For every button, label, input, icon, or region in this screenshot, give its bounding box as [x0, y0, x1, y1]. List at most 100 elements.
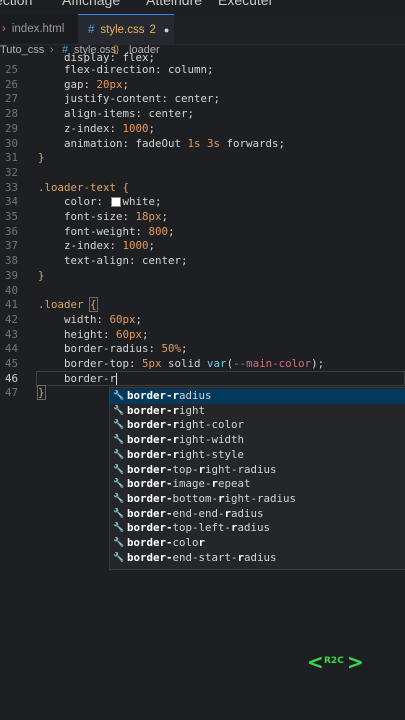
css-hash-icon: #	[88, 23, 95, 36]
code-text: align-items: center;	[38, 107, 195, 121]
code-line[interactable]: 27 justify-content: center;	[0, 92, 405, 107]
code-line[interactable]: 33 .loader-text {	[0, 181, 405, 196]
suggestion-item[interactable]: 🔧 border-top-left-radius	[110, 521, 405, 536]
suggestion-label: border-right-color	[127, 418, 245, 432]
code-text: justify-content: center;	[38, 92, 221, 106]
suggestion-item[interactable]: 🔧 border-radius	[110, 389, 405, 404]
wrench-icon: 🔧	[113, 435, 125, 446]
line-number: 31	[4, 151, 18, 165]
text-cursor	[116, 372, 118, 385]
code-line[interactable]: 45 border-top: 5px solid var(--main-colo…	[0, 357, 405, 372]
line-number: 43	[4, 327, 18, 341]
suggestion-label: border-right-style	[127, 447, 245, 461]
line-number: 44	[4, 342, 18, 356]
wrench-icon: 🔧	[113, 493, 125, 504]
code-text: }	[37, 385, 46, 401]
code-text: .loader {	[38, 297, 98, 313]
wrench-icon: 🔧	[113, 479, 125, 490]
suggestion-label: border-top-left-radius	[127, 521, 271, 535]
line-number: 26	[4, 77, 18, 91]
line-number: 25	[4, 63, 18, 76]
suggestion-label: border-end-start-radius	[127, 550, 277, 564]
code-line[interactable]: 26 gap: 20px;	[0, 78, 405, 93]
code-line[interactable]: 35 font-size: 18px;	[0, 210, 405, 225]
r2c-watermark-logo: < R2C >	[307, 650, 364, 674]
menu-item[interactable]: Atteindre	[146, 0, 202, 8]
code-line[interactable]: 41 .loader {	[0, 297, 405, 313]
code-text: gap: 20px;	[38, 77, 130, 91]
wrench-icon: 🔧	[113, 523, 125, 534]
code-text: flex-direction: column;	[38, 63, 214, 76]
tab-bar: › index.html # style.css 2 ●	[0, 14, 405, 45]
color-swatch[interactable]	[110, 197, 121, 208]
code-line[interactable]: 31}	[0, 151, 405, 166]
wrench-icon: 🔧	[113, 391, 125, 401]
line-number: 41	[4, 298, 18, 312]
wrench-icon: 🔧	[113, 538, 125, 548]
wrench-icon: 🔧	[113, 449, 125, 460]
code-line[interactable]: 37 z-index: 1000;	[0, 239, 405, 254]
wrench-icon: 🔧	[113, 552, 125, 563]
code-text: .loader-text {	[38, 180, 130, 194]
code-line[interactable]: 38 text-align: center;	[0, 254, 405, 269]
code-line[interactable]: 25 flex-direction: column;	[0, 63, 405, 78]
code-text: text-align: center;	[38, 254, 188, 268]
code-line[interactable]: 46 border-r	[0, 370, 405, 387]
code-text: font-weight: 800;	[38, 224, 175, 238]
suggestion-item[interactable]: 🔧 border-color	[110, 536, 405, 551]
code-line[interactable]: 32	[0, 166, 405, 181]
suggestion-label: border-end-end-radius	[127, 506, 264, 520]
suggestion-item[interactable]: 🔧 border-top-right-radius	[110, 463, 405, 478]
code-line[interactable]: 44 border-radius: 50%;	[0, 342, 405, 357]
code-line[interactable]: 36 font-weight: 800;	[0, 225, 405, 240]
suggestion-item[interactable]: 🔧 border-bottom-right-radius	[110, 492, 405, 507]
code-line[interactable]: 28 align-items: center;	[0, 107, 405, 122]
line-number: 32	[4, 165, 18, 179]
line-number: 34	[4, 195, 18, 209]
right-angle-icon: >	[347, 650, 364, 674]
suggestion-item[interactable]: 🔧 border-right-width	[110, 433, 405, 448]
suggestion-item[interactable]: 🔧 border-end-end-radius	[110, 507, 405, 522]
line-number: 36	[4, 224, 18, 238]
autocomplete-suggestions[interactable]: 🔧 border-radius 🔧 border-right 🔧 border-right…	[109, 387, 405, 570]
suggestion-item[interactable]: 🔧 border-right	[110, 404, 405, 419]
line-number: 35	[4, 210, 18, 223]
code-editor[interactable]: display: flex; 25 flex-direction: column;…	[0, 51, 405, 420]
code-line[interactable]: 29 z-index: 1000;	[0, 122, 405, 137]
code-line[interactable]: 30 animation: fadeOut 1s 3s forwards;	[0, 137, 405, 152]
tab-label: index.html	[11, 23, 65, 35]
code-line[interactable]: 43 height: 60px;	[0, 328, 405, 343]
wrench-icon: 🔧	[113, 464, 125, 475]
code-text: }	[38, 151, 45, 165]
suggestion-label: border-color	[127, 536, 206, 549]
code-text: border-radius: 50%;	[38, 342, 188, 356]
suggestion-item[interactable]: 🔧 border-image-repeat	[110, 477, 405, 492]
line-number: 46	[4, 371, 18, 385]
line-number: 29	[4, 121, 18, 135]
left-angle-icon: <	[307, 650, 324, 674]
menu-item[interactable]: Exécuter	[218, 0, 273, 8]
code-line[interactable]: 39}	[0, 269, 405, 284]
suggestion-label: border-top-right-radius	[127, 462, 277, 476]
line-number: 42	[4, 312, 18, 326]
code-text: z-index: 1000;	[38, 239, 156, 253]
line-number: 39	[4, 268, 18, 282]
tab-index-html[interactable]: › index.html	[0, 14, 78, 44]
menu-item[interactable]: Affichage	[62, 0, 120, 8]
code-text: border-r	[38, 371, 118, 385]
line-number: 40	[4, 283, 18, 297]
code-text: height: 60px;	[38, 327, 149, 341]
line-number: 37	[4, 239, 18, 253]
code-line[interactable]: 40	[0, 284, 405, 299]
unsaved-dot-icon[interactable]: ●	[164, 25, 169, 35]
code-line[interactable]: 42 width: 60px;	[0, 313, 405, 328]
menu-item[interactable]: ection	[0, 0, 32, 8]
suggestion-item[interactable]: 🔧 border-right-color	[110, 418, 405, 433]
line-number: 47	[4, 386, 18, 400]
suggestion-item[interactable]: 🔧 border-end-start-radius	[110, 551, 405, 566]
suggestion-label: border-right-width	[127, 433, 245, 447]
code-line[interactable]: 34 color: white;	[0, 195, 405, 210]
menu-bar: ection Affichage Atteindre Exécuter	[0, 0, 405, 10]
tab-style-css[interactable]: # style.css 2 ●	[78, 14, 174, 44]
suggestion-item[interactable]: 🔧 border-right-style	[110, 448, 405, 463]
